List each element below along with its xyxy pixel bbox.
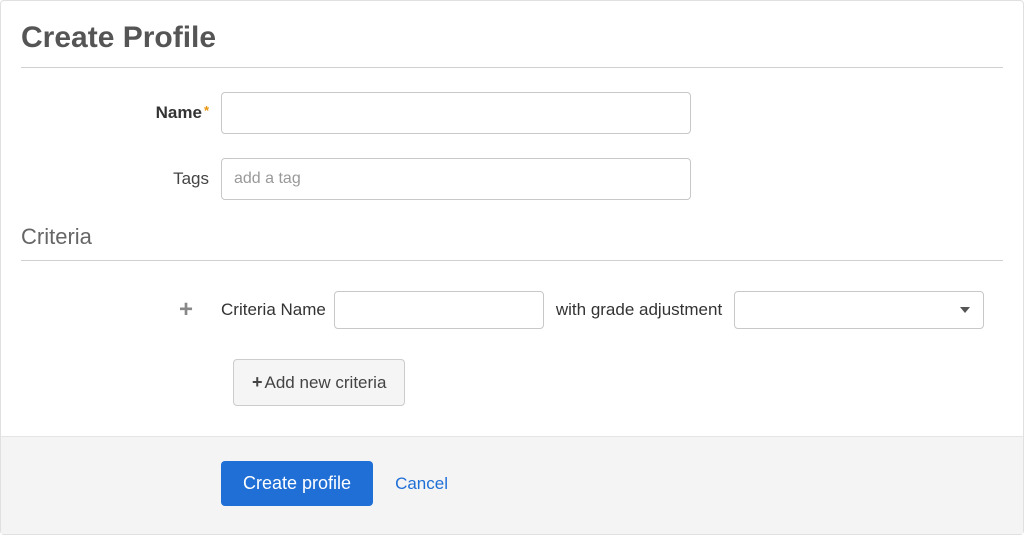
create-profile-panel: Create Profile Name* Tags Criteria + Cri… — [0, 0, 1024, 535]
add-criteria-label: Add new criteria — [265, 373, 387, 393]
required-star-icon: * — [204, 103, 209, 118]
footer: Create profile Cancel — [1, 436, 1023, 534]
criteria-name-label: Criteria Name — [221, 300, 326, 320]
name-label: Name* — [21, 103, 221, 123]
name-input[interactable] — [221, 92, 691, 134]
grade-adjustment-select[interactable] — [734, 291, 984, 329]
add-new-criteria-button[interactable]: +Add new criteria — [233, 359, 405, 406]
criteria-name-input[interactable] — [334, 291, 544, 329]
cancel-link[interactable]: Cancel — [395, 474, 448, 494]
plus-icon[interactable]: + — [179, 296, 193, 323]
content-area: Create Profile Name* Tags Criteria + Cri… — [1, 1, 1023, 406]
name-label-text: Name — [156, 103, 202, 122]
criteria-plus-cell: + — [21, 298, 221, 322]
page-title: Create Profile — [21, 21, 1003, 68]
create-profile-button[interactable]: Create profile — [221, 461, 373, 506]
tags-label: Tags — [21, 169, 221, 189]
criteria-row: + Criteria Name with grade adjustment — [21, 291, 1003, 329]
criteria-section-title: Criteria — [21, 224, 1003, 261]
grade-select-wrapper — [734, 291, 984, 329]
plus-small-icon: + — [252, 372, 263, 393]
grade-adjustment-label: with grade adjustment — [556, 300, 722, 320]
footer-inner: Create profile Cancel — [21, 461, 448, 506]
add-criteria-row: +Add new criteria — [21, 359, 1003, 406]
name-row: Name* — [21, 92, 1003, 134]
tags-row: Tags — [21, 158, 1003, 200]
tags-input[interactable] — [221, 158, 691, 200]
